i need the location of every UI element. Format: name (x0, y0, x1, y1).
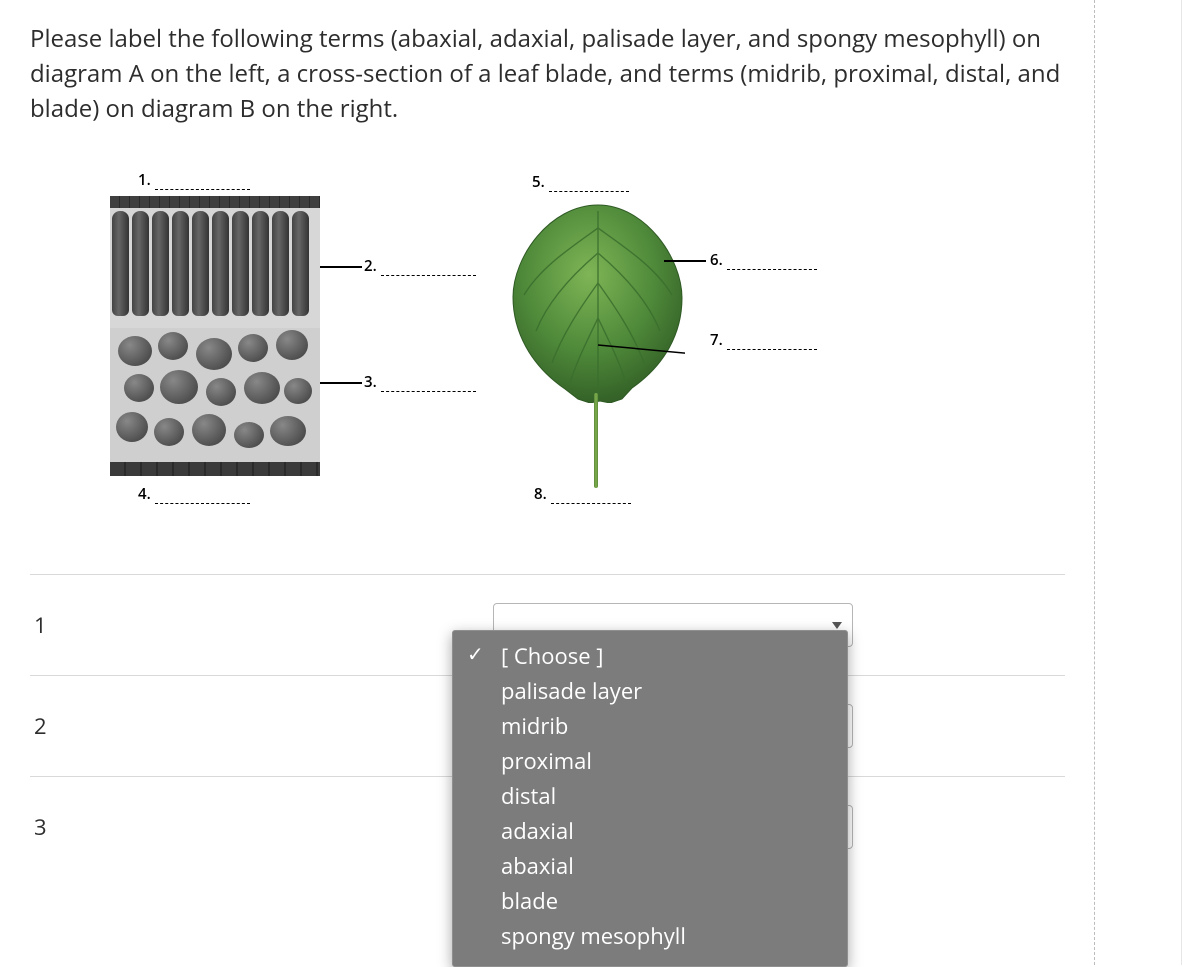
answer-row-number: 2 (34, 711, 47, 741)
dropdown-option[interactable]: distal (453, 779, 847, 814)
dropdown-menu[interactable]: [ Choose ] palisade layer midrib proxima… (452, 630, 848, 967)
label-5: 5. (532, 172, 629, 192)
answer-row-number: 1 (34, 610, 47, 640)
dropdown-option-choose[interactable]: [ Choose ] (453, 639, 847, 674)
answer-row-number: 3 (34, 812, 47, 842)
label-6: 6. (710, 250, 817, 270)
label-1: 1. (138, 170, 250, 190)
dropdown-option[interactable]: abaxial (453, 849, 847, 884)
dropdown-option[interactable]: blade (453, 884, 847, 919)
label-2: 2. (364, 256, 476, 276)
dropdown-option[interactable]: adaxial (453, 814, 847, 849)
label-4: 4. (138, 484, 250, 504)
page-divider-2 (1181, 0, 1182, 965)
question-text: Please label the following terms (abaxia… (30, 22, 1065, 126)
dropdown-option[interactable]: proximal (453, 744, 847, 779)
diagrams-area: 1. 2. 3. 4. (80, 166, 1065, 526)
diagram-b-image (490, 188, 710, 518)
dropdown-option[interactable]: palisade layer (453, 674, 847, 709)
label-8: 8. (534, 484, 631, 504)
dropdown-option[interactable]: midrib (453, 709, 847, 744)
label-7: 7. (710, 330, 817, 350)
label-3: 3. (364, 372, 476, 392)
diagram-a-image (110, 196, 320, 476)
dropdown-option[interactable]: spongy mesophyll (453, 919, 847, 954)
